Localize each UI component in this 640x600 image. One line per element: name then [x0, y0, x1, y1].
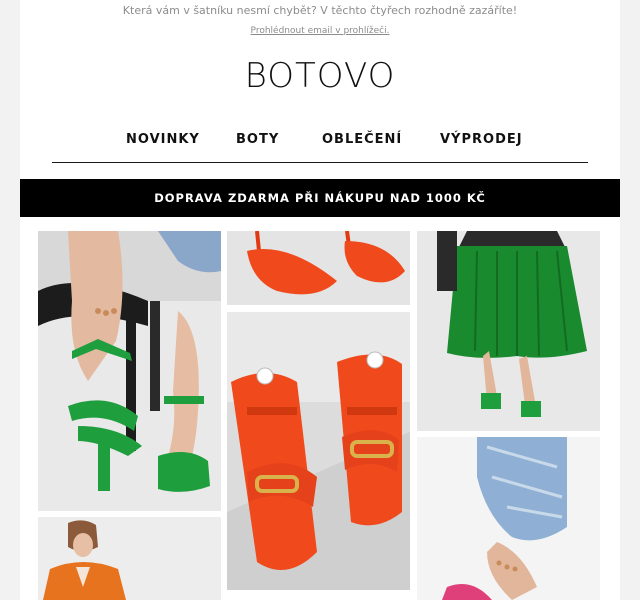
email-body: Která vám v šatníku nesmí chybět? V těch…: [20, 0, 620, 600]
orange-chain-slides-photo[interactable]: [227, 312, 410, 590]
brand-logo[interactable]: BOTOVO: [20, 56, 620, 96]
orange-blazer-photo[interactable]: [38, 517, 221, 600]
nav-item-boty[interactable]: BOTY: [236, 132, 279, 147]
free-shipping-banner[interactable]: DOPRAVA ZDARMA PŘI NÁKUPU NAD 1000 KČ: [20, 179, 620, 217]
denim-pink-heels-photo[interactable]: [417, 437, 600, 600]
green-strappy-heels-photo[interactable]: [38, 231, 221, 511]
preheader-text: Která vám v šatníku nesmí chybět? V těch…: [122, 4, 518, 17]
green-pleated-dress-photo[interactable]: [417, 231, 600, 431]
orange-pointed-pumps-photo[interactable]: [227, 231, 410, 305]
nav-item-vyprodej[interactable]: VÝPRODEJ: [440, 132, 523, 147]
nav-item-novinky[interactable]: NOVINKY: [126, 132, 200, 147]
main-nav: NOVINKY BOTY OBLEČENÍ VÝPRODEJ: [52, 128, 588, 163]
nav-item-obleceni[interactable]: OBLEČENÍ: [322, 132, 402, 147]
view-in-browser-link[interactable]: Prohlédnout email v prohlížeči.: [20, 26, 620, 36]
